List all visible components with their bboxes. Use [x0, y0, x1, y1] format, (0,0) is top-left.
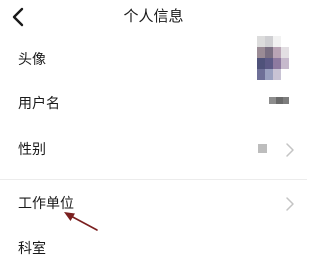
- chevron-right-icon: [285, 142, 295, 158]
- gender-value-redacted: [258, 144, 267, 153]
- row-label-department: 科室: [18, 241, 46, 257]
- row-label-work-unit: 工作单位: [18, 196, 74, 212]
- row-department[interactable]: 科室: [0, 237, 307, 267]
- row-avatar[interactable]: 头像: [0, 36, 307, 84]
- row-work-unit[interactable]: 工作单位: [0, 190, 307, 220]
- page-title: 个人信息: [123, 7, 184, 25]
- nav-bar: 个人信息: [0, 0, 307, 34]
- username-value-redacted: [269, 97, 289, 104]
- section-divider: [0, 179, 307, 180]
- row-label-gender: 性别: [18, 142, 46, 158]
- avatar-image[interactable]: [257, 36, 289, 80]
- row-label-avatar: 头像: [18, 52, 46, 68]
- row-label-username: 用户名: [18, 96, 60, 112]
- row-gender[interactable]: 性别: [0, 136, 307, 166]
- chevron-right-icon: [285, 196, 295, 212]
- row-username[interactable]: 用户名: [0, 90, 307, 120]
